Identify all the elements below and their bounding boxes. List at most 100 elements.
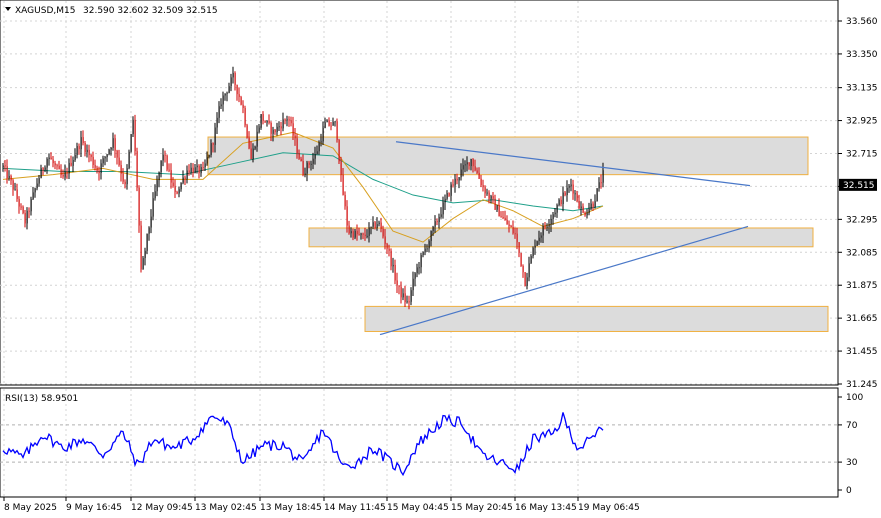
chart-canvas[interactable]: 33.56033.35033.13532.92532.71532.50532.2…: [0, 0, 881, 518]
candle-body: [440, 214, 442, 217]
price-tick-label: 32.925: [846, 117, 878, 127]
candle-body: [204, 163, 206, 168]
candle-body: [370, 226, 372, 228]
candle-body: [442, 202, 444, 215]
candle-body: [454, 178, 456, 186]
candle-body: [470, 159, 472, 167]
candle-body: [576, 193, 578, 201]
candle-body: [112, 138, 114, 148]
candle-body: [102, 158, 104, 164]
candle-body: [518, 242, 520, 253]
candle-body: [98, 170, 100, 174]
candle-body: [270, 122, 272, 134]
candle-body: [374, 222, 376, 228]
candle-body: [30, 199, 32, 212]
candle-body: [62, 174, 64, 177]
candle-body: [140, 225, 142, 270]
candle-body: [590, 203, 592, 209]
candle-body: [354, 230, 356, 238]
candle-body: [494, 198, 496, 210]
candle-body: [14, 189, 16, 191]
candle-body: [276, 126, 278, 133]
rsi-tick-label: 100: [846, 393, 863, 403]
candle-body: [192, 167, 194, 174]
candle-body: [464, 164, 466, 166]
candle-body: [420, 255, 422, 268]
candle-body: [116, 150, 118, 158]
price-axis: 33.56033.35033.13532.92532.71532.50532.2…: [838, 17, 878, 390]
candle-body: [474, 166, 476, 171]
candle-body: [278, 126, 280, 128]
candle-body: [402, 293, 404, 298]
candle-body: [268, 120, 270, 123]
candle-body: [392, 264, 394, 267]
time-tick-label: 8 May 2025: [4, 503, 57, 513]
candle-body: [22, 206, 24, 213]
candle-body: [216, 117, 218, 128]
candle-body: [570, 184, 572, 186]
candle-body: [398, 285, 400, 287]
time-tick-label: 16 May 13:45: [515, 503, 577, 513]
candle-body: [414, 273, 416, 279]
time-tick-label: 15 May 04:45: [387, 503, 449, 513]
candle-body: [318, 142, 320, 152]
candle-body: [122, 173, 124, 182]
candle-body: [538, 237, 540, 242]
candle-body: [88, 149, 90, 156]
candle-body: [506, 219, 508, 225]
candle-body: [316, 151, 318, 154]
candle-body: [472, 159, 474, 167]
candle-body: [242, 104, 244, 108]
candle-body: [212, 143, 214, 145]
candle-body: [456, 178, 458, 181]
candle-body: [104, 157, 106, 159]
candle-body: [360, 233, 362, 235]
candle-body: [408, 301, 410, 303]
candle-body: [462, 165, 464, 170]
candle-body: [220, 104, 222, 107]
candle-body: [572, 184, 574, 194]
candle-body: [264, 121, 266, 123]
candle-body: [514, 233, 516, 235]
candle-body: [136, 151, 138, 188]
candle-body: [338, 139, 340, 162]
candle-body: [254, 146, 256, 149]
candle-body: [190, 167, 192, 173]
candle-body: [448, 193, 450, 196]
candle-body: [10, 175, 12, 181]
candle-body: [132, 119, 134, 135]
candle-body: [4, 165, 6, 167]
candle-body: [224, 93, 226, 96]
candle-body: [410, 290, 412, 302]
candle-body: [342, 174, 344, 195]
candle-body: [598, 182, 600, 189]
candle-body: [80, 137, 82, 150]
candle-body: [436, 221, 438, 223]
candle-body: [312, 158, 314, 164]
candle-body: [294, 135, 296, 139]
candle-body: [182, 177, 184, 183]
candle-body: [384, 236, 386, 244]
candle-body: [130, 134, 132, 152]
candle-body: [36, 183, 38, 189]
candle-body: [588, 208, 590, 214]
candle-body: [508, 224, 510, 226]
candle-body: [446, 193, 448, 199]
ohlc-values: 32.590 32.602 32.509 32.515: [83, 6, 218, 16]
candle-body: [110, 147, 112, 150]
candle-body: [40, 168, 42, 179]
candle-body: [72, 160, 74, 166]
candle-body: [174, 186, 176, 192]
price-tick-label: 33.135: [846, 84, 878, 94]
candle-body: [150, 216, 152, 228]
candle-body: [250, 148, 252, 160]
candle-body: [424, 248, 426, 252]
candle-body: [396, 280, 398, 286]
rsi-axis: 100 70 30 0: [838, 393, 863, 496]
candle-body: [90, 155, 92, 157]
candle-body: [260, 114, 262, 128]
candle-body: [50, 157, 52, 160]
candle-body: [176, 191, 178, 194]
candle-body: [246, 125, 248, 138]
candle-body: [258, 127, 260, 132]
